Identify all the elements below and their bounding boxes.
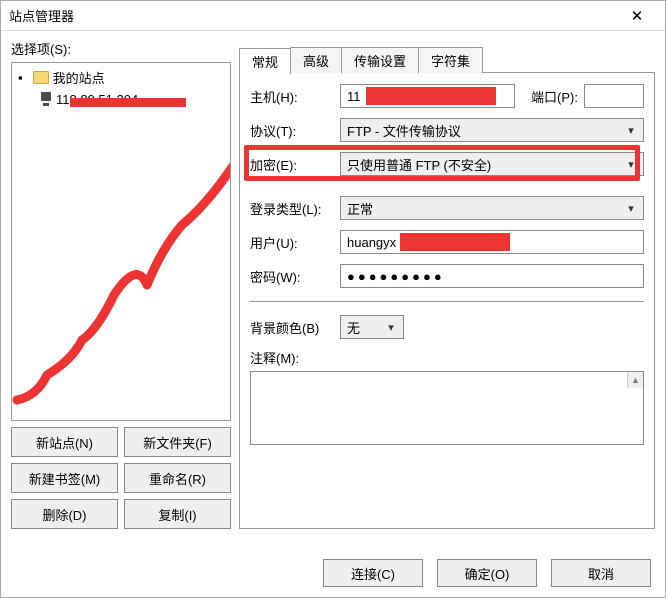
encryption-value: 只使用普通 FTP (不安全) bbox=[347, 155, 491, 174]
title-bar: 站点管理器 ✕ bbox=[1, 1, 665, 31]
tree-root[interactable]: ▪ 我的站点 bbox=[18, 67, 224, 87]
left-panel: 选择项(S): ▪ 我的站点 118.89.51.204 新站点(N) 新文件夹… bbox=[11, 39, 231, 529]
copy-button[interactable]: 复制(I) bbox=[124, 499, 231, 529]
chevron-down-icon: ▾ bbox=[623, 202, 639, 215]
site-tree[interactable]: ▪ 我的站点 118.89.51.204 bbox=[11, 62, 231, 421]
new-folder-button[interactable]: 新文件夹(F) bbox=[124, 427, 231, 457]
encryption-dropdown[interactable]: 只使用普通 FTP (不安全) ▾ bbox=[340, 152, 644, 176]
host-label: 主机(H): bbox=[250, 87, 340, 106]
tab-charset[interactable]: 字符集 bbox=[418, 47, 483, 73]
protocol-value: FTP - 文件传输协议 bbox=[347, 121, 461, 140]
comment-textarea[interactable] bbox=[250, 371, 644, 445]
protocol-dropdown[interactable]: FTP - 文件传输协议 ▾ bbox=[340, 118, 644, 142]
chevron-down-icon: ▾ bbox=[383, 321, 399, 334]
chevron-down-icon: ▾ bbox=[623, 124, 639, 137]
comment-label: 注释(M): bbox=[250, 348, 644, 367]
protocol-label: 协议(T): bbox=[250, 121, 340, 140]
password-label: 密码(W): bbox=[250, 267, 340, 286]
cancel-button[interactable]: 取消 bbox=[551, 559, 651, 587]
tree-site-item[interactable]: 118.89.51.204 bbox=[40, 89, 224, 109]
port-input[interactable] bbox=[584, 84, 644, 108]
delete-button[interactable]: 删除(D) bbox=[11, 499, 118, 529]
divider bbox=[250, 301, 644, 302]
new-bookmark-button[interactable]: 新建书签(M) bbox=[11, 463, 118, 493]
login-type-value: 正常 bbox=[347, 199, 373, 218]
scrollbar-up-icon[interactable]: ▲ bbox=[627, 372, 643, 388]
tab-advanced[interactable]: 高级 bbox=[290, 47, 342, 73]
redaction-mark bbox=[70, 98, 186, 107]
tab-bar: 常规 高级 传输设置 字符集 bbox=[239, 47, 655, 73]
site-label: 118.89.51.204 bbox=[56, 92, 138, 107]
user-redaction bbox=[400, 233, 510, 251]
right-panel: 常规 高级 传输设置 字符集 主机(H): 端口(P): 协议(T): bbox=[239, 39, 655, 529]
connect-button[interactable]: 连接(C) bbox=[323, 559, 423, 587]
tree-root-label: 我的站点 bbox=[53, 68, 105, 87]
login-type-dropdown[interactable]: 正常 ▾ bbox=[340, 196, 644, 220]
new-site-button[interactable]: 新站点(N) bbox=[11, 427, 118, 457]
close-button[interactable]: ✕ bbox=[617, 2, 657, 30]
bgcolor-label: 背景颜色(B) bbox=[250, 318, 340, 337]
bgcolor-value: 无 bbox=[347, 318, 360, 337]
user-label: 用户(U): bbox=[250, 233, 340, 252]
encryption-label: 加密(E): bbox=[250, 155, 340, 174]
bgcolor-dropdown[interactable]: 无 ▾ bbox=[340, 315, 404, 339]
host-redaction bbox=[366, 87, 496, 105]
tab-general[interactable]: 常规 bbox=[239, 48, 291, 74]
select-label: 选择项(S): bbox=[11, 39, 231, 58]
server-icon bbox=[40, 92, 52, 106]
chevron-down-icon: ▾ bbox=[623, 158, 639, 171]
tab-transfer[interactable]: 传输设置 bbox=[341, 47, 419, 73]
tab-body-general: 主机(H): 端口(P): 协议(T): FTP - 文件传输协议 ▾ bbox=[239, 73, 655, 529]
login-type-label: 登录类型(L): bbox=[250, 199, 340, 218]
annotation-squiggle bbox=[12, 150, 231, 410]
dialog-button-bar: 连接(C) 确定(O) 取消 bbox=[323, 559, 651, 587]
password-input[interactable] bbox=[340, 264, 644, 288]
folder-icon bbox=[33, 71, 49, 84]
window-title: 站点管理器 bbox=[9, 6, 617, 25]
site-action-buttons: 新站点(N) 新文件夹(F) 新建书签(M) 重命名(R) 删除(D) 复制(I… bbox=[11, 427, 231, 529]
ok-button[interactable]: 确定(O) bbox=[437, 559, 537, 587]
port-label: 端口(P): bbox=[531, 87, 578, 106]
rename-button[interactable]: 重命名(R) bbox=[124, 463, 231, 493]
